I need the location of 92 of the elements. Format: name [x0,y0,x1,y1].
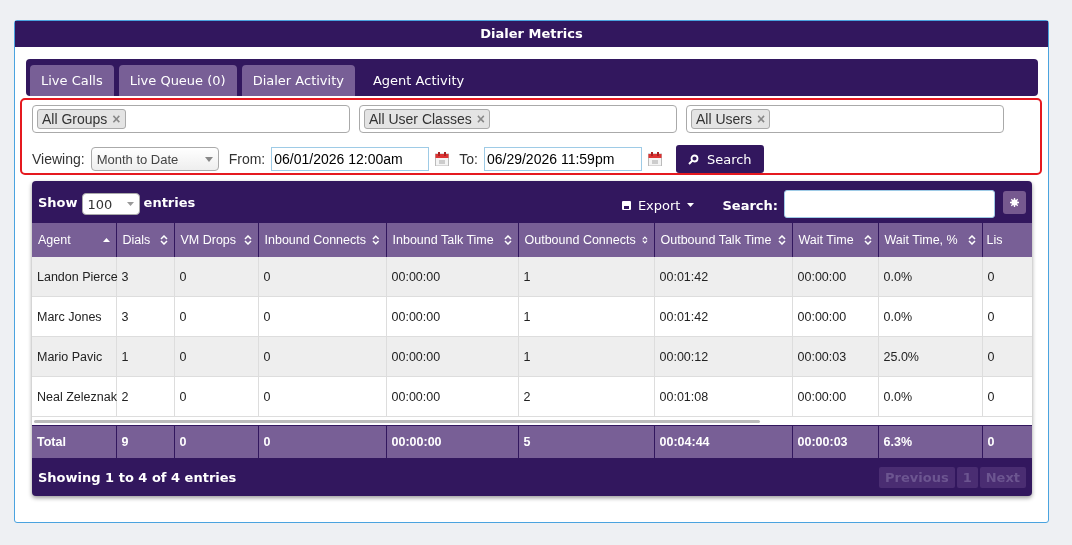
search-button[interactable]: Search [675,145,764,173]
caret-icon [126,202,134,206]
filter-tag[interactable]: All Groups × [37,109,126,129]
date-field[interactable]: 06/29/2026 11:59pm [483,147,642,171]
table-cell: 00:00:12 [659,349,709,364]
total-cell: 9 [121,435,129,449]
table-cell: 0 [987,389,995,404]
viewing-label: Viewing: [32,151,85,167]
table-cell: 2 [523,389,531,404]
entries-info: Showing 1 to 4 of 4 entries [38,469,237,485]
table-cell: 0.0% [883,389,912,404]
tab[interactable]: Dialer Activity [241,65,355,96]
table-cell: 00:00:03 [797,349,847,364]
table-cell: 00:01:08 [659,389,709,404]
total-cell: 5 [523,435,531,449]
total-cell: Total [37,435,66,449]
export-button[interactable]: Export [615,196,701,214]
table-cell: Marc Jones [37,309,102,324]
table-cell: 00:00:00 [391,309,441,324]
calendar-icon [647,152,662,166]
date-label: To: [459,151,478,167]
total-cell: 00:00:03 [797,435,848,449]
table-cell: Mario Pavic [37,349,103,364]
tab[interactable]: Live Calls [30,65,114,96]
total-cell: 00:04:44 [659,435,710,449]
table-cell: 0 [179,309,187,324]
search-field[interactable] [784,190,995,218]
column-header[interactable]: Agent [38,233,71,247]
tag-label: All Users [696,111,752,127]
table-cell: 3 [121,269,129,284]
table-cell: 0 [179,269,187,284]
multi-select-field[interactable]: All User Classes × [359,105,677,133]
entries-label: entries [143,194,196,210]
table-cell: 0 [179,389,187,404]
filter-tag[interactable]: All Users × [691,109,771,129]
table-cell: 0.0% [883,309,912,324]
table-cell: 00:01:42 [659,269,709,284]
table-cell: 00:00:00 [797,309,847,324]
tab[interactable]: Agent Activity [359,65,478,96]
show-label: Show [38,194,78,210]
table-cell: 00:00:00 [391,389,441,404]
calendar-icon [435,152,450,166]
settings-button[interactable] [1003,190,1026,214]
table-cell: 0 [179,349,187,364]
date-label: From: [228,151,266,167]
table-cell: Neal Zeleznak [37,389,117,404]
table-cell: 00:01:42 [659,309,709,324]
table-cell: 0 [263,309,271,324]
table-cell: 00:00:00 [797,269,847,284]
total-cell: 00:00:00 [391,435,442,449]
table-cell: 0 [987,269,995,284]
table-cell: 00:00:00 [391,269,441,284]
total-cell: 0 [987,435,995,449]
table-cell: 1 [121,349,129,364]
tag-label: All User Classes [369,111,472,127]
table-cell: 0 [987,309,995,324]
remove-tag-button[interactable]: × [112,111,121,127]
table-cell: 0 [263,349,271,364]
remove-tag-button[interactable]: × [476,111,485,127]
table-cell: 2 [121,389,129,404]
search-label: Search: [722,197,778,213]
remove-tag-button[interactable]: × [757,111,766,127]
table-cell: 00:00:00 [797,389,847,404]
table-cell: 0 [263,269,271,284]
total-cell: 0 [263,435,271,449]
table-cell: Landon Pierce [37,269,118,284]
table-cell: 1 [523,309,531,324]
multi-select-field[interactable]: All Users × [686,105,1004,133]
table-cell: 25.0% [883,349,919,364]
viewing-dropdown[interactable]: Month to Date [90,147,219,171]
caret-icon [687,203,695,207]
table-cell: 0.0% [883,269,912,284]
scrollbar-thumb[interactable] [34,420,760,423]
tab[interactable]: Live Queue (0) [118,65,237,96]
date-field[interactable]: 06/01/2026 12:00am [271,147,430,171]
window-title: Dialer Metrics [15,21,1048,47]
table-cell: 0 [263,389,271,404]
table-cell: 3 [121,309,129,324]
table-cell: 00:00:00 [391,349,441,364]
table-cell: 0 [987,349,995,364]
total-cell: 0 [179,435,187,449]
filter-tag[interactable]: All User Classes × [364,109,490,129]
total-cell: 6.3% [883,435,912,449]
table-cell: 1 [523,349,531,364]
tag-label: All Groups [42,111,108,127]
table-cell: 1 [523,269,531,284]
column-header[interactable]: Lis [986,233,1003,247]
caret-icon [204,156,213,162]
settings-icon [1010,197,1019,207]
page-size-dropdown[interactable]: 100 [81,193,140,215]
multi-select-field[interactable]: All Groups × [32,105,350,133]
search-icon [687,153,699,165]
